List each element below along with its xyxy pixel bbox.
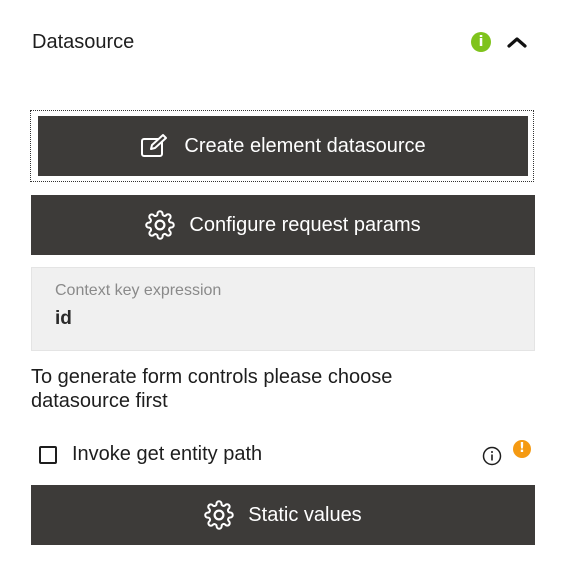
- form-controls-hint: To generate form controls please choose …: [31, 366, 393, 412]
- invoke-get-entity-path-label[interactable]: Invoke get entity path: [72, 443, 262, 466]
- static-values-button[interactable]: Static values: [31, 485, 535, 545]
- gear-icon: [204, 500, 235, 530]
- create-element-datasource-button[interactable]: Create element datasource: [38, 116, 528, 176]
- create-button-label: Create element datasource: [184, 134, 426, 157]
- static-values-button-label: Static values: [248, 503, 362, 526]
- info-icon[interactable]: i: [471, 32, 491, 52]
- warning-icon: !: [513, 440, 531, 458]
- info-outline-icon[interactable]: [482, 446, 502, 466]
- configure-request-params-button[interactable]: Configure request params: [31, 195, 535, 255]
- section-title: Datasource: [32, 31, 135, 53]
- chevron-up-icon[interactable]: [506, 34, 528, 50]
- context-key-expression-field[interactable]: Context key expression id: [31, 267, 535, 351]
- datasource-header: Datasource i: [32, 28, 532, 56]
- gear-icon: [145, 210, 176, 240]
- invoke-get-entity-path-checkbox[interactable]: [39, 446, 57, 464]
- context-key-label: Context key expression: [55, 282, 222, 299]
- edit-icon: [140, 131, 170, 161]
- configure-button-label: Configure request params: [189, 213, 421, 236]
- context-key-value[interactable]: id: [55, 308, 72, 330]
